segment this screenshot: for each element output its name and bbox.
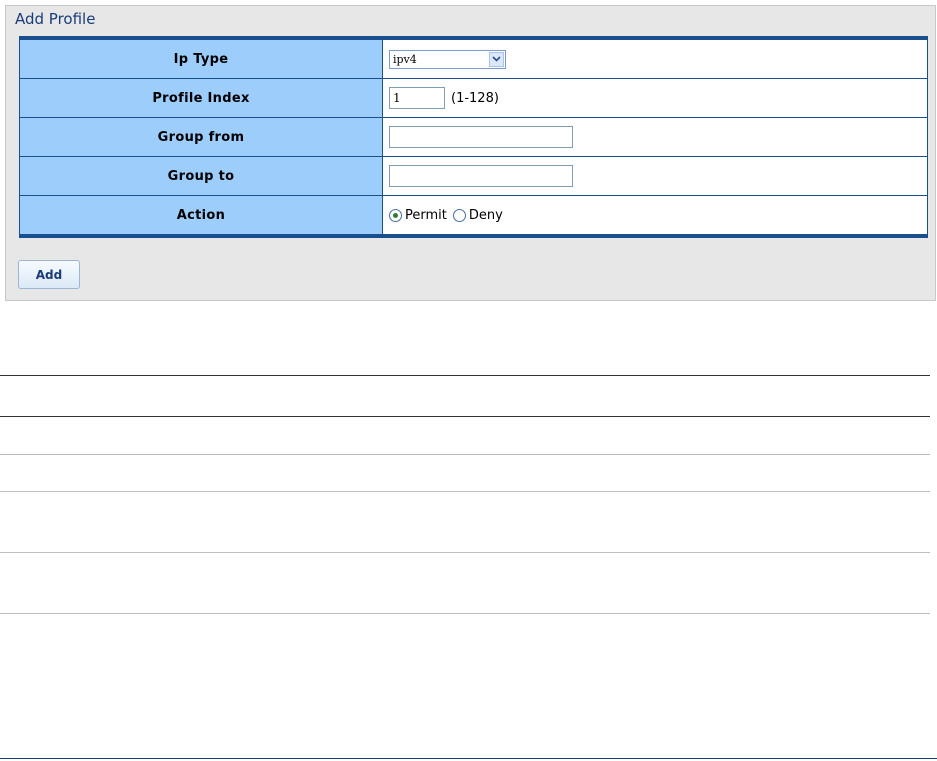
add-button[interactable]: Add bbox=[18, 260, 80, 289]
divider bbox=[0, 454, 930, 455]
chevron-down-icon[interactable] bbox=[489, 51, 504, 67]
action-deny-option[interactable]: Deny bbox=[452, 207, 503, 223]
action-permit-option[interactable]: Permit bbox=[389, 208, 447, 223]
bottom-divider bbox=[0, 758, 937, 759]
ip-type-selected-value: ipv4 bbox=[393, 52, 417, 66]
divider bbox=[0, 491, 930, 492]
ip-type-label: Ip Type bbox=[20, 40, 383, 78]
add-profile-form: Ip Type ipv4 Profile Index (1-128) Group… bbox=[19, 36, 928, 238]
group-to-row: Group to bbox=[20, 157, 927, 196]
action-row: Action Permit Deny bbox=[20, 196, 927, 234]
ip-type-row: Ip Type ipv4 bbox=[20, 40, 927, 79]
group-to-label: Group to bbox=[20, 157, 383, 195]
group-from-label: Group from bbox=[20, 118, 383, 156]
divider bbox=[0, 613, 930, 614]
deny-radio[interactable] bbox=[452, 208, 466, 222]
panel-title: Add Profile bbox=[15, 10, 96, 28]
profile-index-label: Profile Index bbox=[20, 79, 383, 117]
group-to-input[interactable] bbox=[389, 165, 573, 187]
permit-radio[interactable] bbox=[389, 208, 402, 222]
profile-index-input[interactable] bbox=[389, 87, 445, 109]
ip-type-select[interactable]: ipv4 bbox=[389, 49, 506, 69]
profile-index-range-hint: (1-128) bbox=[451, 90, 499, 106]
add-profile-panel: Add Profile Ip Type ipv4 Profile Index (… bbox=[5, 5, 936, 301]
divider bbox=[0, 552, 930, 553]
group-from-input[interactable] bbox=[389, 126, 573, 148]
divider bbox=[0, 416, 930, 417]
group-from-row: Group from bbox=[20, 118, 927, 157]
permit-label: Permit bbox=[405, 207, 447, 223]
divider bbox=[0, 375, 930, 376]
radio-selected-dot-icon bbox=[393, 212, 398, 218]
profile-index-row: Profile Index (1-128) bbox=[20, 79, 927, 118]
action-label: Action bbox=[20, 196, 383, 234]
deny-label: Deny bbox=[468, 207, 503, 223]
